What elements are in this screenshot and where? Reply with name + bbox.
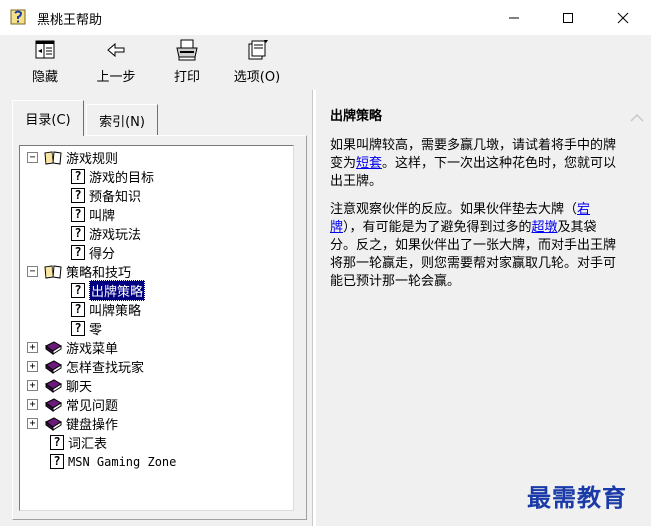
maximize-button[interactable] <box>545 0 591 35</box>
tree-item-chat[interactable]: + 聊天 <box>27 376 92 395</box>
tree-item-strategy[interactable]: − 策略和技巧 <box>27 262 131 281</box>
maximize-icon <box>563 12 573 23</box>
minimize-icon <box>509 17 519 18</box>
help-topic-icon: ? <box>71 321 85 336</box>
options-button[interactable]: 选项(O) <box>229 38 285 88</box>
tree-item-prereq[interactable]: ? 预备知识 <box>71 186 141 205</box>
topic-paragraph-2: 注意观察伙伴的反应。如果伙伴垫去大牌（宕牌），有可能是为了避免得到过多的超墩及其… <box>330 201 622 291</box>
help-topic-icon: ? <box>71 169 85 184</box>
tree-label: 叫牌 <box>89 209 116 224</box>
expand-icon[interactable]: + <box>27 342 38 353</box>
tab-contents[interactable]: 目录(C) <box>12 100 84 136</box>
tab-index-label: 索引(N) <box>99 114 145 130</box>
help-app-icon <box>9 8 29 26</box>
tree-item-keyboard[interactable]: + 键盘操作 <box>27 414 118 433</box>
help-topic-icon: ? <box>71 245 85 260</box>
printer-icon <box>176 39 198 61</box>
tree-item-faq[interactable]: + 常见问题 <box>27 395 118 414</box>
tree-item-game-menu[interactable]: + 游戏菜单 <box>27 338 118 357</box>
text: ），有可能是为了避免得到过多的 <box>343 220 532 235</box>
close-button[interactable] <box>600 0 646 35</box>
toolbar: 隐藏 上一步 打印 选项(O) <box>0 35 651 90</box>
tree-label: 得分 <box>89 247 116 262</box>
navigation-pane: 索引(N) 目录(C) − 游戏规则 ? 游戏的目标 ? 预备知识 ? 叫牌 ?… <box>0 90 313 526</box>
help-topic-icon: ? <box>71 188 85 203</box>
topic-paragraph-1: 如果叫牌较高，需要多赢几墩，请试着将手中的牌变为短套。这样，下一次出这种花色时，… <box>330 137 622 191</box>
help-topic-icon: ? <box>71 302 85 317</box>
closed-book-icon <box>45 360 62 374</box>
hide-label: 隐藏 <box>31 70 58 85</box>
tree-label: 预备知识 <box>89 190 142 205</box>
open-book-icon <box>44 265 62 279</box>
tree-label: 词汇表 <box>68 437 108 452</box>
tree-label: 怎样查找玩家 <box>66 361 145 376</box>
tree-label: 游戏规则 <box>66 152 119 167</box>
tree-item-glossary[interactable]: ? 词汇表 <box>50 433 107 452</box>
expand-icon[interactable]: + <box>27 418 38 429</box>
options-icon <box>248 40 268 60</box>
tab-contents-label: 目录(C) <box>25 113 71 128</box>
tree-item-find-players[interactable]: + 怎样查找玩家 <box>27 357 144 376</box>
print-button[interactable]: 打印 <box>167 38 207 88</box>
help-topic-icon: ? <box>50 435 64 450</box>
closed-book-icon <box>45 398 62 412</box>
scroll-up-icon[interactable] <box>629 112 645 124</box>
tree-label-selected: 出牌策略 <box>89 280 146 301</box>
contents-tree[interactable]: − 游戏规则 ? 游戏的目标 ? 预备知识 ? 叫牌 ? 游戏玩法 ? 得分 −… <box>19 145 294 511</box>
tree-label: 策略和技巧 <box>66 266 132 281</box>
window-title: 黑桃王帮助 <box>37 13 103 28</box>
tree-item-msn[interactable]: ? MSN Gaming Zone <box>50 452 176 471</box>
link-overtrick[interactable]: 超墩 <box>532 220 558 235</box>
tree-label: 零 <box>89 323 103 338</box>
tree-label: 键盘操作 <box>66 418 119 433</box>
tree-item-zero[interactable]: ? 零 <box>71 319 102 338</box>
tree-item-scoring[interactable]: ? 得分 <box>71 243 115 262</box>
tree-item-bidding[interactable]: ? 叫牌 <box>71 205 115 224</box>
back-arrow-icon <box>107 42 125 58</box>
tree-item-gameplay[interactable]: ? 游戏玩法 <box>71 224 141 243</box>
title-bar: 黑桃王帮助 <box>0 0 651 35</box>
hide-button[interactable]: 隐藏 <box>25 38 65 88</box>
link-short-suit[interactable]: 短套 <box>356 156 382 171</box>
tab-index[interactable]: 索引(N) <box>86 104 158 135</box>
help-topic-icon: ? <box>50 454 64 469</box>
tree-label: 聊天 <box>66 380 93 395</box>
help-topic-icon: ? <box>71 226 85 241</box>
topic-pane: 出牌策略 如果叫牌较高，需要多赢几墩，请试着将手中的牌变为短套。这样，下一次出这… <box>316 90 651 526</box>
expand-icon[interactable]: + <box>27 380 38 391</box>
tree-label: MSN Gaming Zone <box>68 454 177 469</box>
tree-label: 游戏玩法 <box>89 228 142 243</box>
closed-book-icon <box>45 417 62 431</box>
minimize-button[interactable] <box>491 0 537 35</box>
watermark: 最需教育 <box>527 483 627 512</box>
topic-content: 出牌策略 如果叫牌较高，需要多赢几墩，请试着将手中的牌变为短套。这样，下一次出这… <box>330 108 622 301</box>
open-book-icon <box>44 151 62 165</box>
close-icon <box>617 12 629 23</box>
hide-pane-icon <box>35 40 55 59</box>
tree-label: 游戏菜单 <box>66 342 119 357</box>
expand-icon[interactable]: + <box>27 399 38 410</box>
back-button[interactable]: 上一步 <box>91 38 141 88</box>
tree-item-bid-strategy[interactable]: ? 叫牌策略 <box>71 300 141 319</box>
collapse-icon[interactable]: − <box>27 152 38 163</box>
topic-title: 出牌策略 <box>330 109 383 124</box>
print-label: 打印 <box>173 70 200 85</box>
expand-icon[interactable]: + <box>27 361 38 372</box>
tree-item-goal[interactable]: ? 游戏的目标 <box>71 167 154 186</box>
closed-book-icon <box>45 379 62 393</box>
closed-book-icon <box>45 341 62 355</box>
tree-label: 叫牌策略 <box>89 304 142 319</box>
tree-item-play-strategy[interactable]: ? 出牌策略 <box>71 280 146 301</box>
text: 注意观察伙伴的反应。如果伙伴垫去大牌（ <box>330 202 578 217</box>
collapse-icon[interactable]: − <box>27 266 38 277</box>
tree-label: 游戏的目标 <box>89 171 155 186</box>
tree-item-games-rules[interactable]: − 游戏规则 <box>27 148 118 167</box>
help-topic-icon: ? <box>71 207 85 222</box>
help-topic-icon: ? <box>71 283 85 298</box>
back-label: 上一步 <box>96 70 136 85</box>
options-label: 选项(O) <box>233 70 281 85</box>
tree-label: 常见问题 <box>66 399 119 414</box>
